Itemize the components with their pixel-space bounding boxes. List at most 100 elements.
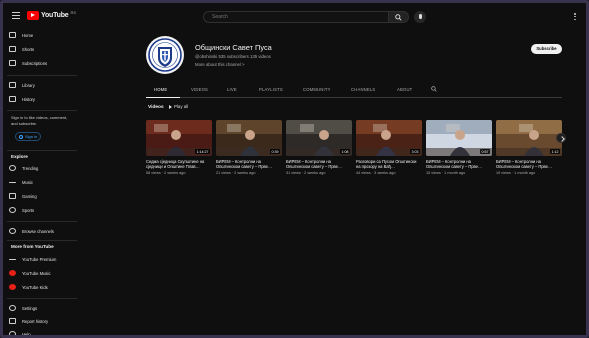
video-title[interactable]: БИРЕМ – Контролни на Општинском савету –… bbox=[286, 159, 352, 170]
video-title[interactable]: БИРЕМ – Контролни на Општинском савету –… bbox=[496, 159, 562, 170]
video-card[interactable]: 3:03 Разговори са Пусом Општински на проз… bbox=[356, 120, 422, 175]
channel-meta: @obshinski 535 subscribers 135 videos bbox=[195, 54, 271, 59]
sidebar-item[interactable]: Gaming bbox=[9, 191, 77, 201]
sidebar-item[interactable]: Library bbox=[9, 80, 77, 90]
video-meta: 31 views · 2 weeks ago bbox=[286, 170, 326, 175]
search-button[interactable] bbox=[389, 11, 409, 23]
voice-search-mic-icon[interactable] bbox=[414, 11, 426, 23]
music-icon bbox=[9, 181, 16, 183]
top-bar: YouTube RS Search bbox=[3, 3, 586, 28]
more-options-icon[interactable] bbox=[574, 13, 576, 21]
video-card[interactable]: 1:14:27 Седма сједница Скупштине на сједн… bbox=[146, 120, 212, 175]
video-card[interactable]: 1:08 БИРЕМ – Контролни на Општинском саве… bbox=[286, 120, 352, 175]
home-icon bbox=[9, 32, 16, 38]
sidebar-item[interactable]: Music bbox=[9, 177, 77, 187]
browser-frame: YouTube RS Search Home Shorts Subscription… bbox=[0, 0, 589, 338]
gaming-icon bbox=[9, 193, 16, 199]
play-icon bbox=[169, 104, 172, 109]
signin-button[interactable]: Sign in bbox=[15, 132, 41, 141]
video-duration: 1:14:27 bbox=[195, 149, 210, 154]
tab-community[interactable]: COMMUNITY bbox=[303, 87, 331, 92]
sidebar-item[interactable]: Subscriptions bbox=[9, 58, 77, 68]
youtube-music-icon bbox=[9, 270, 16, 276]
sidebar-item[interactable]: Browse channels bbox=[9, 226, 77, 236]
video-thumbnail[interactable]: 0:57 bbox=[426, 120, 492, 156]
sidebar-item[interactable]: Settings bbox=[9, 303, 77, 313]
sidebar-item[interactable]: Report history bbox=[9, 316, 77, 326]
tab-about[interactable]: ABOUT bbox=[397, 87, 412, 92]
channel-search-icon[interactable] bbox=[431, 86, 437, 92]
video-card[interactable]: 0:39 БИРЕМ – Контролни на Општинском саве… bbox=[216, 120, 282, 175]
video-title[interactable]: БИРЕМ – Контролни на Општинском савету –… bbox=[216, 159, 282, 170]
help-icon bbox=[9, 331, 16, 335]
play-all-button[interactable]: Play all bbox=[169, 104, 188, 109]
subscriptions-icon bbox=[9, 60, 16, 66]
sidebar-item-label: Subscriptions bbox=[22, 60, 48, 66]
tab-videos[interactable]: VIDEOS bbox=[191, 87, 208, 92]
settings-icon bbox=[9, 305, 16, 311]
sidebar-divider bbox=[7, 150, 77, 151]
youtube-logo[interactable]: YouTube RS bbox=[27, 10, 76, 20]
video-card[interactable]: 1:12 БИРЕМ – Контролни на Општинском саве… bbox=[496, 120, 562, 175]
video-meta: 44 views · 3 weeks ago bbox=[356, 170, 396, 175]
history-icon bbox=[9, 96, 16, 102]
youtube-kids-icon bbox=[9, 284, 16, 290]
active-tab-indicator bbox=[146, 96, 180, 98]
sidebar-divider bbox=[7, 110, 77, 111]
sidebar-item[interactable]: YouTube Premium bbox=[9, 254, 77, 264]
search-placeholder: Search bbox=[212, 14, 228, 20]
flag-icon bbox=[9, 318, 16, 324]
trending-icon bbox=[9, 165, 16, 171]
sidebar-item-label: Browse channels bbox=[22, 228, 54, 234]
video-duration: 3:03 bbox=[410, 149, 420, 154]
more-from-youtube-heading: More from YouTube bbox=[11, 244, 54, 249]
subscribe-button[interactable]: Subscribe bbox=[531, 44, 562, 54]
sidebar-divider bbox=[7, 240, 77, 241]
sidebar-item[interactable]: YouTube Music bbox=[9, 268, 77, 278]
sidebar-item-label: Home bbox=[22, 32, 34, 38]
logo-text: YouTube bbox=[41, 12, 69, 19]
sidebar-item[interactable]: Shorts bbox=[9, 44, 77, 54]
tab-live[interactable]: LIVE bbox=[227, 87, 237, 92]
sidebar: Home Shorts Subscriptions Library History Sig… bbox=[3, 28, 81, 337]
video-title[interactable]: Разговори са Пусом Општински на прозору … bbox=[356, 159, 422, 170]
video-title[interactable]: БИРЕМ – Контролни на Општинском савету –… bbox=[426, 159, 492, 170]
video-title[interactable]: Седма сједница Скупштине на сједници и О… bbox=[146, 159, 212, 170]
sidebar-item-label: Library bbox=[22, 82, 35, 88]
video-duration: 0:57 bbox=[480, 149, 490, 154]
sidebar-item-label: YouTube Premium bbox=[22, 256, 57, 262]
video-thumbnail[interactable]: 0:39 bbox=[216, 120, 282, 156]
tab-channels[interactable]: CHANNELS bbox=[351, 87, 375, 92]
sidebar-item[interactable]: YouTube Kids bbox=[9, 282, 77, 292]
channel-more-link[interactable]: More about this channel > bbox=[195, 62, 245, 67]
video-meta: 21 views · 2 weeks ago bbox=[216, 170, 256, 175]
browse-channels-icon bbox=[9, 228, 16, 234]
search-input[interactable]: Search bbox=[203, 11, 389, 23]
video-thumbnail[interactable]: 1:14:27 bbox=[146, 120, 212, 156]
sidebar-item[interactable]: Help bbox=[9, 329, 77, 337]
sidebar-item[interactable]: Sports bbox=[9, 205, 77, 215]
sidebar-divider bbox=[7, 75, 77, 76]
video-thumbnail[interactable]: 3:03 bbox=[356, 120, 422, 156]
video-thumbnail[interactable]: 1:12 bbox=[496, 120, 562, 156]
sidebar-item-label: Help bbox=[22, 331, 31, 337]
sidebar-item[interactable]: Home bbox=[9, 30, 77, 40]
channel-emblem-icon bbox=[148, 38, 182, 72]
sidebar-divider bbox=[7, 298, 77, 299]
youtube-play-icon bbox=[27, 11, 39, 20]
video-card[interactable]: 0:57 БИРЕМ – Контролни на Општинском саве… bbox=[426, 120, 492, 175]
shelf-next-arrow-icon[interactable] bbox=[556, 133, 566, 143]
library-icon bbox=[9, 82, 16, 88]
signin-prompt: Sign in to like videos, comment, and sub… bbox=[11, 115, 68, 126]
sidebar-item-label: Gaming bbox=[22, 193, 37, 199]
channel-avatar[interactable] bbox=[146, 36, 184, 74]
sidebar-item[interactable]: Trending bbox=[9, 163, 77, 173]
tab-playlists[interactable]: PLAYLISTS bbox=[259, 87, 283, 92]
video-meta: 58 views · 2 weeks ago bbox=[146, 170, 186, 175]
sidebar-item[interactable]: History bbox=[9, 94, 77, 104]
search-icon bbox=[395, 14, 402, 21]
video-thumbnail[interactable]: 1:08 bbox=[286, 120, 352, 156]
hamburger-menu-icon[interactable] bbox=[12, 12, 20, 19]
signin-label: Sign in bbox=[25, 134, 38, 139]
tab-home[interactable]: HOME bbox=[154, 87, 167, 92]
